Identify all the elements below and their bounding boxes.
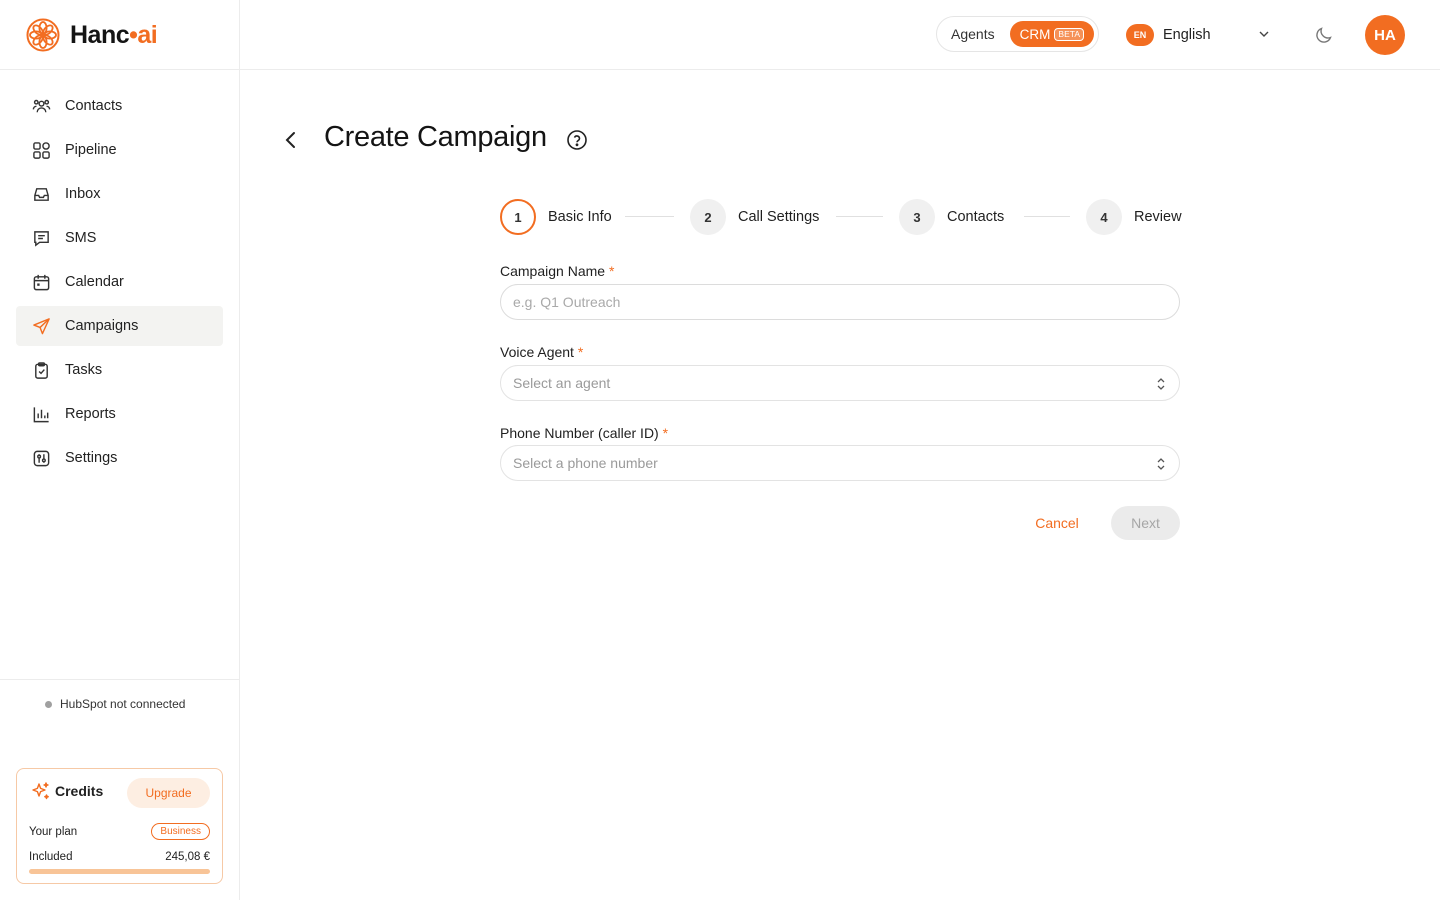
sidebar-item-calendar[interactable]: Calendar [16,262,223,302]
pipeline-icon [33,141,50,159]
sidebar-item-inbox[interactable]: Inbox [16,174,223,214]
send-icon [33,317,50,334]
phone-number-label: Phone Number (caller ID) * [500,425,669,441]
beta-badge: BETA [1054,27,1084,41]
inbox-icon [34,187,49,201]
phone-number-placeholder: Select a phone number [513,455,658,471]
back-arrow-icon[interactable] [280,128,302,152]
sidebar-item-label: Contacts [65,98,123,114]
sidebar-item-settings[interactable]: Settings [16,438,223,478]
stepper: 1 Basic Info 2 Call Settings 3 Contacts … [500,199,1182,235]
sidebar-item-label: Calendar [65,274,124,290]
brand-logo[interactable]: Hanc•ai [26,18,158,52]
upgrade-button[interactable]: Upgrade [127,778,210,808]
sidebar-divider [0,679,240,680]
campaign-name-input[interactable] [500,284,1180,320]
sidebar-item-tasks[interactable]: Tasks [16,350,223,390]
brand-name: Hanc•ai [70,20,158,49]
plan-label: Your plan [29,825,78,838]
calendar-icon [33,274,50,290]
sidebar-item-label: Pipeline [65,142,117,158]
chevron-down-icon[interactable] [1257,27,1271,41]
sidebar-item-label: Inbox [65,186,101,202]
step-label: Basic Info [548,209,612,225]
sidebar-item-reports[interactable]: Reports [16,394,223,434]
campaign-name-label: Campaign Name * [500,263,615,279]
contacts-icon [32,99,51,112]
avatar[interactable]: HA [1365,15,1405,55]
credits-progress-bar [29,869,210,874]
phone-number-select[interactable]: Select a phone number [500,445,1180,481]
credits-card: Credits Upgrade Your plan Business Inclu… [16,768,223,884]
step-review[interactable]: 4 Review [1086,199,1182,235]
step-basic-info[interactable]: 1 Basic Info [500,199,612,235]
step-number: 3 [899,199,935,235]
credits-progress-fill [29,869,210,874]
help-circle-icon[interactable] [566,129,588,151]
sidebar-nav: Contacts Pipeline Inbox SMS Calendar Cam… [16,86,223,482]
moon-icon[interactable] [1314,25,1334,45]
clipboard-icon [35,361,48,379]
language-name: English [1163,27,1211,43]
step-number: 2 [690,199,726,235]
voice-agent-placeholder: Select an agent [513,375,611,391]
sidebar-item-campaigns[interactable]: Campaigns [16,306,223,346]
step-call-settings[interactable]: 2 Call Settings [690,199,819,235]
sidebar-item-label: Campaigns [65,318,139,334]
plan-badge: Business [151,823,210,840]
cancel-button[interactable]: Cancel [1022,506,1092,540]
step-number: 4 [1086,199,1122,235]
mode-crm-option[interactable]: CRM BETA [1009,21,1094,47]
sidebar-item-sms[interactable]: SMS [16,218,223,258]
language-select[interactable]: EN English [1126,22,1276,48]
next-button[interactable]: Next [1111,506,1180,540]
credits-header: Credits [31,781,103,801]
step-number: 1 [500,199,536,235]
step-connector [1024,216,1070,217]
language-code-badge: EN [1126,24,1154,46]
sidebar-item-label: SMS [65,230,97,246]
step-label: Review [1134,209,1182,225]
mode-crm-label: CRM [1019,26,1051,42]
status-dot-icon [45,700,52,708]
sparkles-icon [32,782,49,800]
sliders-icon [33,450,50,466]
flower-logo-icon [26,18,60,52]
step-label: Call Settings [738,209,820,225]
voice-agent-select[interactable]: Select an agent [500,365,1180,401]
sms-icon [34,230,49,247]
included-row: Included 245,08 € [29,851,210,863]
step-label: Contacts [947,209,1005,225]
step-connector [625,216,674,217]
plan-row: Your plan Business [29,823,210,840]
sidebar-item-label: Tasks [65,362,103,378]
hubspot-status[interactable]: HubSpot not connected [45,697,185,711]
hubspot-status-text: HubSpot not connected [60,697,186,711]
included-label: Included [29,851,73,863]
sidebar: Hanc•ai Contacts Pipeline Inbox SMS Cale… [0,0,240,900]
bar-chart-icon [33,406,49,422]
page-title: Create Campaign [324,121,547,153]
step-contacts[interactable]: 3 Contacts [899,199,1004,235]
sidebar-divider [0,69,240,70]
credits-title: Credits [55,783,104,799]
included-value: 245,08 € [165,851,210,863]
chevron-up-down-icon [1157,378,1165,390]
step-connector [836,216,883,217]
topbar: Agents CRM BETA EN English HA [240,0,1440,70]
mode-agents-option[interactable]: Agents [951,26,995,42]
mode-switch[interactable]: Agents CRM BETA [936,16,1099,52]
chevron-up-down-icon [1157,458,1165,470]
sidebar-item-label: Reports [65,406,116,422]
sidebar-item-label: Settings [65,450,118,466]
voice-agent-label: Voice Agent * [500,344,584,360]
sidebar-item-pipeline[interactable]: Pipeline [16,130,223,170]
sidebar-item-contacts[interactable]: Contacts [16,86,223,126]
